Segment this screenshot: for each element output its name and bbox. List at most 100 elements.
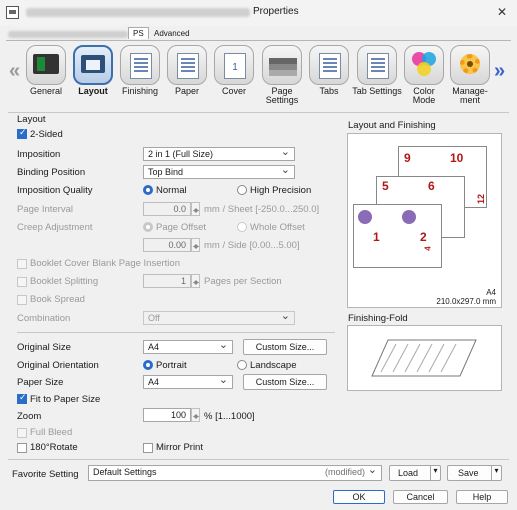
page-number: 5 [382, 179, 389, 193]
nav-tabs[interactable]: Tabs [305, 45, 353, 96]
tab-advanced[interactable]: Advanced [150, 29, 194, 38]
fit-to-paper-checkbox[interactable] [17, 392, 27, 404]
zoom-input[interactable]: 100 [143, 408, 191, 422]
rotate-180-checkbox[interactable] [17, 443, 27, 453]
cancel-button[interactable]: Cancel [393, 490, 448, 504]
creep-page-offset-radio[interactable] [143, 222, 153, 232]
mirror-print-label: Mirror Print [156, 442, 203, 453]
booklet-splitting-unit: Pages per Section [204, 276, 282, 287]
load-dropdown-icon[interactable]: ▾ [430, 466, 440, 480]
nav-page-settings-label: Page Settings [265, 86, 299, 105]
page-interval-spinner[interactable] [191, 202, 200, 216]
imposition-select[interactable]: 2 in 1 (Full Size) [143, 145, 295, 161]
favorite-value: Default Settings [93, 467, 157, 477]
creep-value-spinner[interactable] [191, 238, 200, 252]
page-number: 2 [420, 230, 427, 244]
nav-layout[interactable]: Layout [69, 45, 117, 96]
orientation-portrait-radio[interactable] [143, 360, 153, 370]
favorite-status: (modified) [324, 467, 365, 477]
ribbon-scroll-right-icon[interactable]: » [494, 60, 505, 83]
original-size-label: Original Size [17, 342, 71, 353]
preview-paper-size: A4 [486, 288, 496, 297]
orientation-landscape-radio[interactable] [237, 360, 247, 370]
section-divider [17, 332, 335, 333]
original-size-select[interactable]: A4 [143, 338, 233, 354]
nav-layout-label: Layout [78, 86, 108, 96]
load-button[interactable]: Load ▾ [389, 465, 441, 481]
help-button[interactable]: Help [456, 490, 508, 504]
creep-whole-offset-radio[interactable] [237, 222, 247, 232]
page-number: 4 [423, 246, 433, 251]
layout-icon [73, 45, 113, 85]
general-icon [26, 45, 66, 85]
title-redacted [26, 8, 250, 17]
nav-cover[interactable]: 1 Cover [210, 45, 258, 96]
booklet-splitting-checkbox[interactable] [17, 277, 27, 287]
booklet-splitting-spinner[interactable] [191, 274, 200, 288]
creep-adjustment-label: Creep Adjustment [17, 222, 93, 233]
page-interval-input[interactable]: 0.0 [143, 202, 191, 216]
ribbon-scroll-left-icon[interactable]: « [9, 60, 20, 83]
ribbon-divider [8, 112, 509, 113]
quality-normal-radio[interactable] [143, 185, 153, 195]
original-custom-size-button[interactable]: Custom Size... [243, 339, 327, 355]
paper-size-select[interactable]: A4 [143, 373, 233, 389]
quality-normal-label: Normal [156, 185, 187, 196]
full-bleed-checkbox[interactable] [17, 428, 27, 438]
zoom-label: Zoom [17, 411, 42, 422]
save-dropdown-icon[interactable]: ▾ [491, 466, 501, 480]
page-interval-label: Page Interval [17, 204, 73, 215]
orientation-portrait-label: Portrait [156, 360, 187, 371]
nav-general-label: General [29, 86, 63, 96]
layout-section-title: Layout [17, 114, 46, 125]
nav-general[interactable]: General [22, 45, 70, 96]
nav-tab-settings-label: Tab Settings [352, 86, 402, 96]
nav-management-label: Manage- ment [452, 86, 488, 105]
tab-ps[interactable]: PS [128, 27, 149, 39]
nav-page-settings[interactable]: Page Settings [257, 45, 307, 105]
booklet-cover-checkbox[interactable] [17, 259, 27, 269]
imposition-quality-label: Imposition Quality [17, 185, 93, 196]
color-mode-icon [404, 45, 444, 85]
page-number: 10 [450, 151, 464, 165]
fit-to-paper-label: Fit to Paper Size [30, 394, 101, 405]
quality-high-radio[interactable] [237, 185, 247, 195]
flower-image-icon [402, 210, 416, 224]
paper-size-label: Paper Size [17, 377, 64, 388]
nav-finishing[interactable]: Finishing [116, 45, 164, 96]
book-spread-checkbox[interactable] [17, 295, 27, 305]
booklet-splitting-input[interactable]: 1 [143, 274, 191, 288]
binding-position-label: Binding Position [17, 167, 86, 178]
paper-custom-size-button[interactable]: Custom Size... [243, 374, 327, 390]
mirror-print-checkbox[interactable] [143, 443, 153, 453]
nav-tab-settings[interactable]: Tab Settings [352, 45, 402, 96]
nav-color-mode[interactable]: Color Mode [400, 45, 448, 105]
book-spread-label: Book Spread [30, 294, 85, 305]
creep-value-unit: mm / Side [0.00...5.00] [204, 240, 300, 251]
fold-title: Finishing-Fold [348, 313, 408, 324]
two-sided-checkbox[interactable] [17, 127, 27, 139]
preview-paper-dims: 210.0x297.0 mm [436, 297, 496, 306]
management-icon [450, 45, 490, 85]
cover-icon: 1 [214, 45, 254, 85]
favorite-divider [8, 459, 509, 460]
rotate-180-label: 180°Rotate [30, 442, 78, 453]
finishing-icon [120, 45, 160, 85]
nav-paper[interactable]: Paper [163, 45, 211, 96]
zoom-spinner[interactable] [191, 408, 200, 422]
ok-button[interactable]: OK [333, 490, 385, 504]
nav-management[interactable]: Manage- ment [446, 45, 494, 105]
page-settings-icon [262, 45, 302, 85]
fold-preview [347, 325, 502, 391]
page-number: 1 [373, 230, 380, 244]
close-button[interactable]: ✕ [497, 5, 507, 19]
favorite-select[interactable]: Default Settings (modified) [88, 463, 382, 481]
creep-value-input[interactable]: 0.00 [143, 238, 191, 252]
tab-settings-icon [357, 45, 397, 85]
page-interval-unit: mm / Sheet [-250.0...250.0] [204, 204, 320, 215]
layout-preview: 9 10 5 6 1 2 12 4 A4 210.0x297.0 mm [347, 133, 502, 308]
combination-select[interactable]: Off [143, 309, 295, 325]
binding-position-select[interactable]: Top Bind [143, 163, 295, 179]
page-number: 9 [404, 151, 411, 165]
save-button[interactable]: Save ▾ [447, 465, 502, 481]
